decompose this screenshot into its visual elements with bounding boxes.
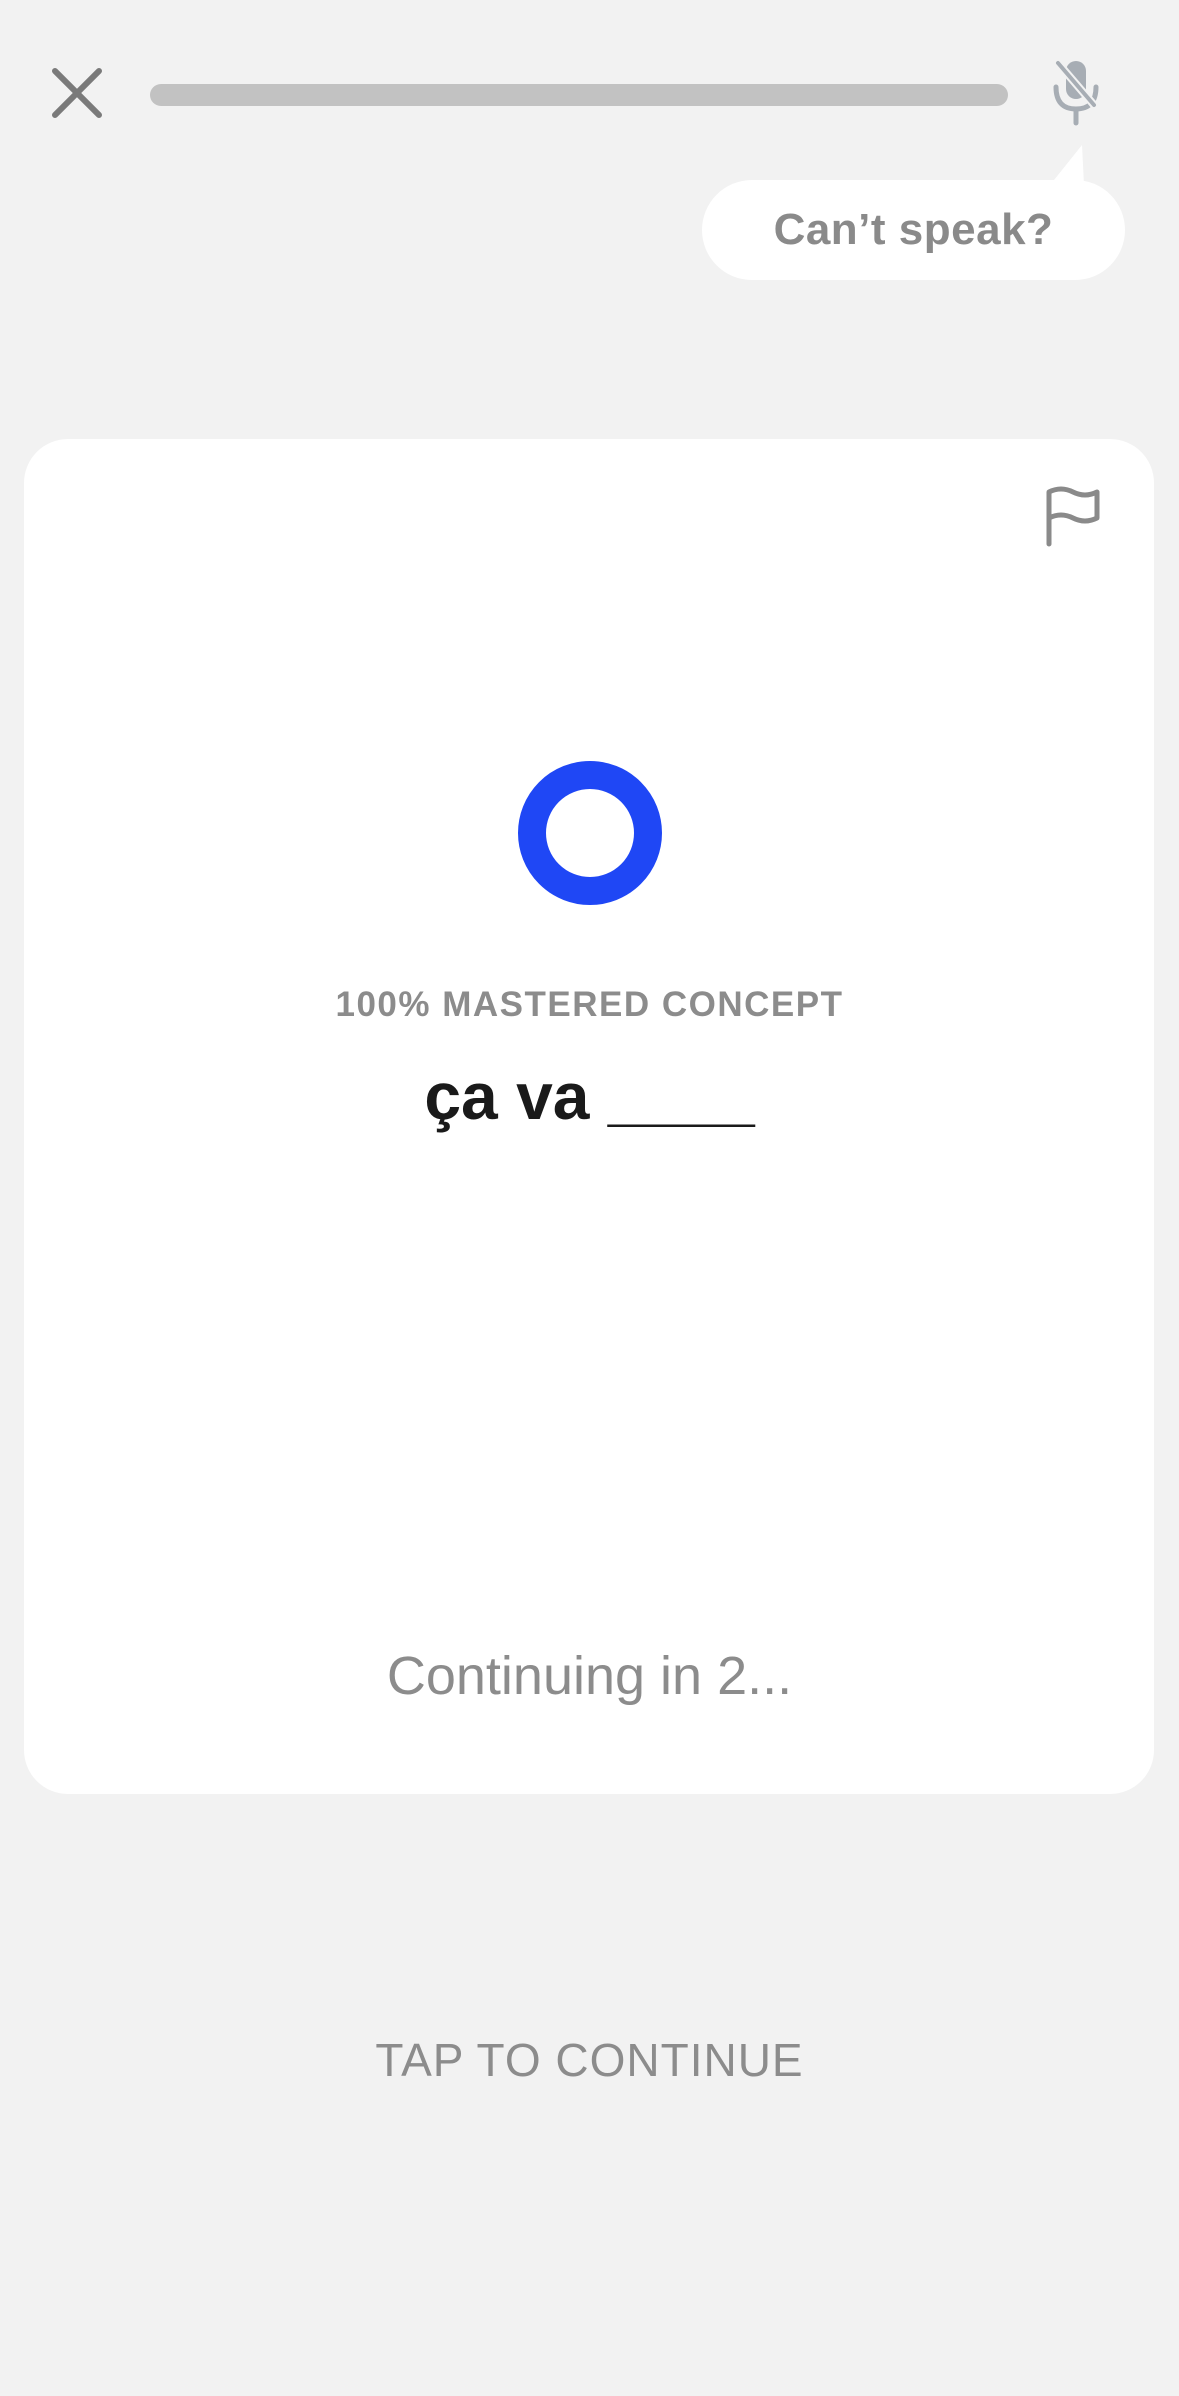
cant-speak-button[interactable]: Can’t speak? — [702, 180, 1125, 280]
tooltip-pointer — [1050, 145, 1084, 185]
concept-phrase: ça va ____ — [424, 1059, 755, 1133]
mastery-label: 100% MASTERED CONCEPT — [335, 985, 844, 1024]
microphone-button[interactable] — [1036, 52, 1116, 132]
tap-to-continue-button[interactable]: TAP TO CONTINUE — [300, 2025, 879, 2095]
report-flag-button[interactable] — [1035, 480, 1109, 554]
continuing-countdown: Continuing in 2... — [386, 1646, 793, 1706]
mastery-ring-icon — [518, 761, 662, 905]
cant-speak-label: Can’t speak? — [773, 205, 1054, 254]
lesson-progress-bar — [150, 84, 1008, 106]
microphone-muted-icon — [1053, 60, 1099, 126]
close-icon — [52, 68, 102, 118]
close-button[interactable] — [36, 52, 118, 134]
flag-icon — [1046, 486, 1100, 547]
